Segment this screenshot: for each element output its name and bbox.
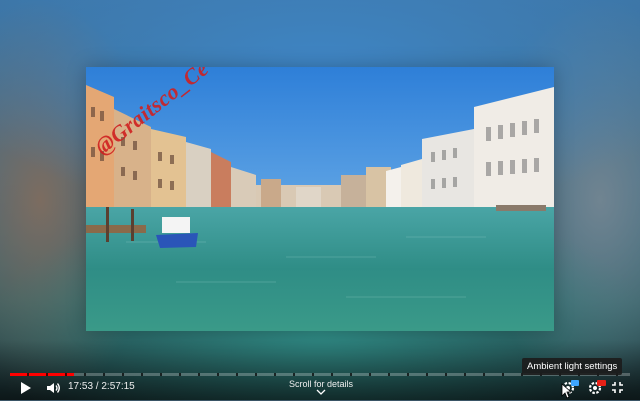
play-icon xyxy=(21,382,31,394)
chevron-down-icon xyxy=(316,389,326,395)
volume-icon xyxy=(47,383,60,393)
current-time: 17:53 xyxy=(68,381,94,392)
settings-hd-icon xyxy=(588,380,606,395)
ambient-light-tooltip: Ambient light settings xyxy=(522,358,623,375)
scroll-hint-label: Scroll for details xyxy=(288,379,354,389)
time-display: 17:53 / 2:57:15 xyxy=(68,381,135,392)
volume-button[interactable] xyxy=(45,380,61,396)
scroll-for-details-button[interactable]: Scroll for details xyxy=(276,379,366,395)
video-frame[interactable]: @Graitsco_Ce xyxy=(86,67,554,331)
fullscreen-button[interactable] xyxy=(611,381,624,394)
settings-button[interactable] xyxy=(587,378,607,396)
fullscreen-icon xyxy=(612,382,623,393)
mouse-cursor-icon xyxy=(561,383,571,399)
duration: 2:57:15 xyxy=(101,381,135,392)
play-button[interactable] xyxy=(17,380,33,396)
